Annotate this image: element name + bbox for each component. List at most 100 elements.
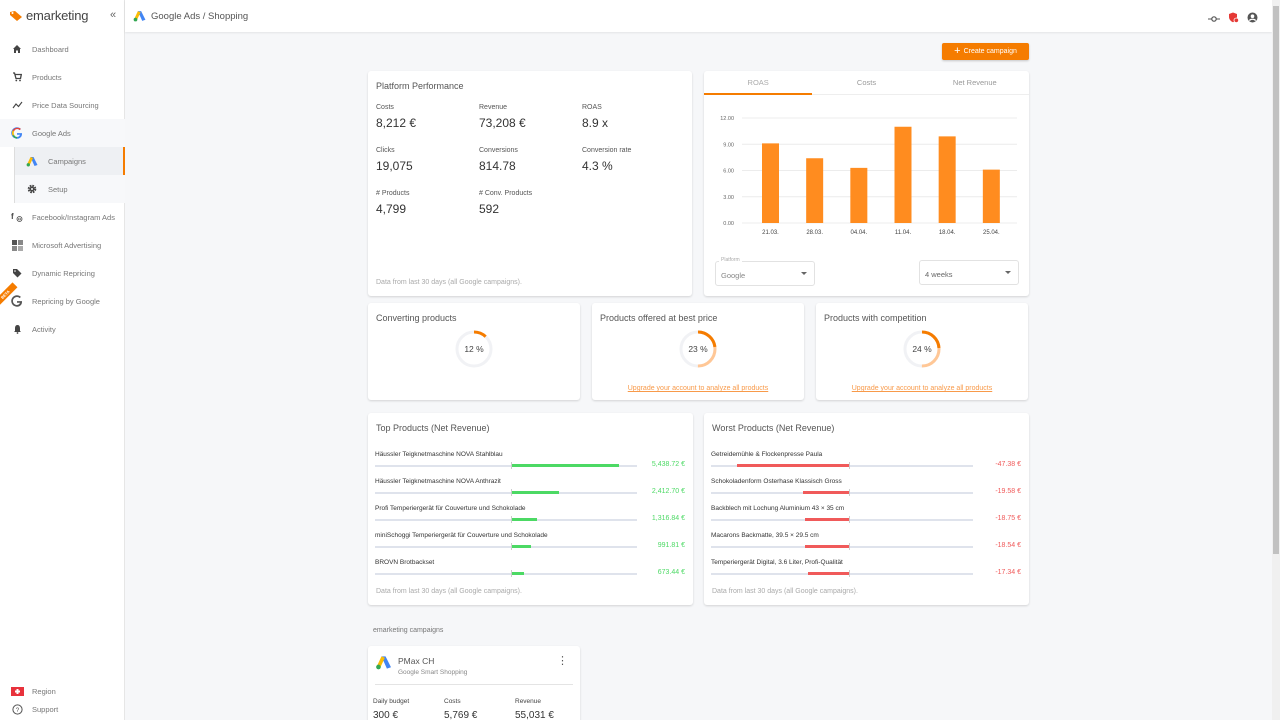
trend-icon [10, 98, 24, 112]
scrollbar-thumb[interactable] [1273, 6, 1279, 554]
bar[interactable] [982, 169, 1000, 223]
sidebar-item-campaigns[interactable]: Campaigns [15, 147, 125, 175]
sidebar-item-facebook-instagram-ads[interactable]: f Facebook/Instagram Ads [0, 203, 125, 231]
product-value: -47.38 € [995, 461, 1021, 468]
x-tick-label: 21.03. [762, 230, 779, 236]
account-icon[interactable] [1247, 10, 1258, 28]
tab-roas[interactable]: ROAS [704, 71, 813, 95]
sidebar-item-dashboard[interactable]: Dashboard [0, 35, 125, 63]
upgrade-link[interactable]: Upgrade your account to analyze all prod… [816, 385, 1028, 392]
top-product-row[interactable]: Profi Temperiergerät für Couverture und … [375, 505, 685, 523]
campaign-stat: Daily budget 300 € [373, 698, 409, 720]
sidebar-item-region[interactable]: Region [0, 682, 125, 700]
tab-costs[interactable]: Costs [812, 71, 920, 94]
page-scrollbar[interactable] [1272, 0, 1280, 720]
tag-icon [10, 266, 24, 280]
bar-track [711, 516, 973, 523]
gear-icon [25, 182, 39, 196]
sidebar-item-microsoft-advertising[interactable]: Microsoft Advertising [0, 231, 125, 259]
y-tick-label: 9.00 [723, 142, 734, 148]
sidebar-item-products[interactable]: Products [0, 63, 125, 91]
facebook-instagram-icon: f [10, 210, 24, 224]
zero-marker [511, 543, 512, 550]
home-icon [10, 42, 24, 56]
top-product-row[interactable]: Häussler Teigknetmaschine NOVA Stahlblau… [375, 451, 685, 469]
metric-label: Conversions [479, 147, 518, 154]
top-product-row[interactable]: miniSchoggi Temperiergerät für Couvertur… [375, 532, 685, 550]
bar-track [375, 543, 637, 550]
topbar-icons [1208, 10, 1258, 28]
x-tick-label: 28.03. [806, 230, 823, 236]
commit-icon[interactable] [1208, 10, 1220, 28]
value-bar [804, 518, 849, 521]
svg-text:f: f [11, 212, 14, 221]
product-name: BROVN Brotbackset [375, 559, 435, 566]
top-product-row[interactable]: BROVN Brotbackset 673.44 € [375, 559, 685, 577]
campaign-stat: Revenue 55,031 € [515, 698, 554, 720]
period-select[interactable]: 4 weeks [919, 260, 1019, 285]
google-ads-icon [25, 154, 39, 168]
x-tick-label: 25.04. [983, 230, 1000, 236]
metric-label: Costs [376, 104, 394, 111]
top-product-row[interactable]: Häussler Teigknetmaschine NOVA Anthrazit… [375, 478, 685, 496]
top-products-card: Top Products (Net Revenue) Häussler Teig… [368, 413, 693, 605]
create-campaign-button[interactable]: + Create campaign [942, 43, 1029, 60]
product-value: 5,438.72 € [651, 461, 685, 468]
upgrade-link[interactable]: Upgrade your account to analyze all prod… [592, 385, 804, 392]
zero-marker [511, 570, 512, 577]
collapse-sidebar-button[interactable]: « [110, 9, 116, 21]
zero-marker [849, 489, 850, 496]
product-name: miniSchoggi Temperiergerät für Couvertur… [375, 532, 548, 539]
platform-select[interactable]: Platform Google [715, 257, 815, 286]
product-value: 2,412.70 € [651, 488, 685, 495]
value-bar [808, 572, 849, 575]
x-tick-label: 11.04. [895, 230, 912, 236]
platform-select-value: Google [721, 271, 746, 280]
bar[interactable] [850, 167, 868, 223]
donut-value: 23 % [688, 344, 708, 354]
tag-logo-icon [10, 10, 22, 21]
value-bar [737, 464, 849, 467]
zero-marker [511, 462, 512, 469]
sidebar-item-price-data-sourcing[interactable]: Price Data Sourcing [0, 91, 125, 119]
bar-track [711, 489, 973, 496]
campaign-type: Google Smart Shopping [398, 669, 468, 676]
sidebar-item-support[interactable]: ? Support [0, 700, 125, 718]
worst-product-row[interactable]: Temperiergerät Digital, 3.6 Liter, Profi… [711, 559, 1021, 577]
tab-net-revenue[interactable]: Net Revenue [921, 71, 1029, 94]
zero-marker [849, 543, 850, 550]
worst-product-row[interactable]: Backblech mit Lochung Aluminium 43 × 35 … [711, 505, 1021, 523]
metric-roas: ROAS 8.9 x [582, 104, 608, 130]
shield-alert-icon[interactable] [1228, 10, 1239, 28]
metric-label: # Products [376, 190, 410, 197]
footnote: Data from last 30 days (all Google campa… [712, 588, 858, 595]
sidebar-item-label: Activity [32, 324, 56, 334]
bar[interactable] [894, 126, 912, 223]
brand-logo[interactable]: emarketing [9, 8, 89, 23]
sidebar-item-dynamic-repricing[interactable]: Dynamic Repricing [0, 259, 125, 287]
google-ads-icon [133, 11, 146, 22]
sidebar-item-repricing-by-google[interactable]: BETA Repricing by Google [0, 282, 125, 315]
zero-marker [511, 489, 512, 496]
campaign-stat: Costs 5,769 € [444, 698, 477, 720]
chevron-down-icon [1005, 271, 1011, 274]
sidebar-item-activity[interactable]: Activity [0, 315, 125, 343]
metric-conv-products: # Conv. Products 592 [479, 190, 532, 216]
brand-name: emarketing [26, 8, 89, 23]
worst-product-row[interactable]: Schokoladenform Osterhase Klassisch Gros… [711, 478, 1021, 496]
worst-product-row[interactable]: Macarons Backmatte, 39.5 × 29.5 cm -18.5… [711, 532, 1021, 550]
bar[interactable] [938, 136, 956, 223]
sidebar-item-setup[interactable]: Setup [15, 175, 125, 203]
sidebar-item-label: Region [32, 686, 56, 696]
y-tick-label: 0.00 [723, 221, 734, 227]
more-vert-icon[interactable]: ⋮ [557, 654, 568, 667]
sidebar-bottom: Region ? Support [0, 682, 125, 718]
worst-product-row[interactable]: Getreidemühle & Flockenpresse Paula -47.… [711, 451, 1021, 469]
sidebar-item-label: Support [32, 704, 59, 714]
sidebar-item-google-ads[interactable]: Google Ads [0, 119, 125, 147]
bar[interactable] [806, 158, 824, 223]
google-g-icon [10, 294, 24, 308]
value-bar [511, 464, 619, 467]
campaign-card[interactable]: PMax CH Google Smart Shopping ⋮ Daily bu… [368, 646, 580, 720]
bar[interactable] [762, 143, 779, 223]
